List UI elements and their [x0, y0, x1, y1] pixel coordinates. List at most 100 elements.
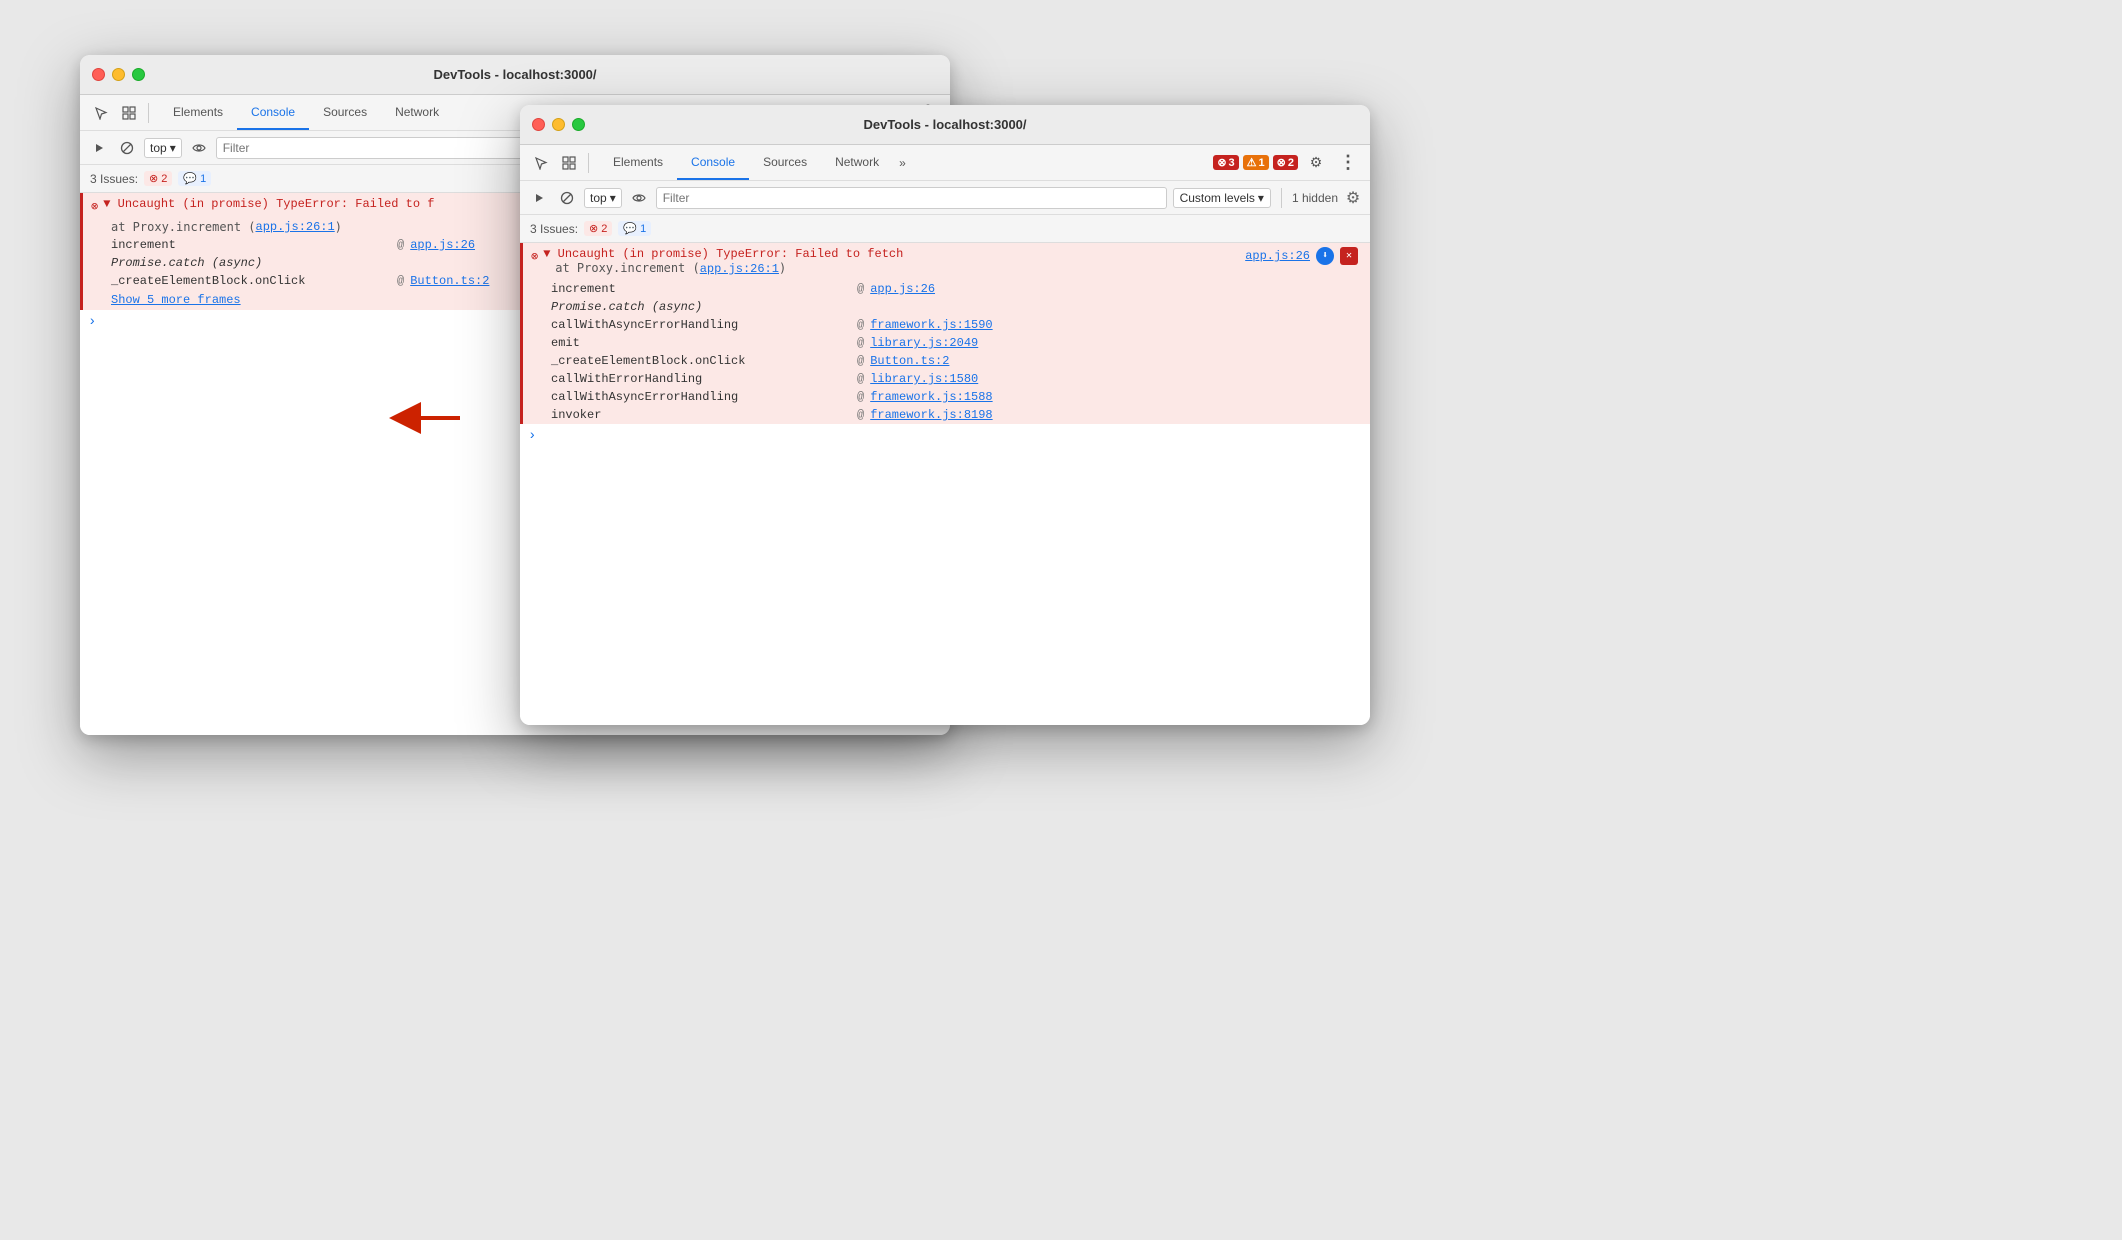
stack-func-4-front: emit: [551, 336, 851, 350]
stack-link-1-back[interactable]: app.js:26: [410, 238, 475, 252]
traffic-lights-back[interactable]: [92, 68, 145, 81]
close-icon-front[interactable]: ✕: [1340, 247, 1358, 265]
context-selector-front[interactable]: top ▾: [584, 188, 622, 208]
tab-network-front[interactable]: Network: [821, 145, 893, 180]
stack-line-6-front: callWithErrorHandling @ library.js:1580: [523, 370, 1370, 388]
stack-link-1-front[interactable]: app.js:26: [870, 282, 935, 296]
stack-link-3-front[interactable]: framework.js:1590: [870, 318, 992, 332]
issues-label-front: 3 Issues:: [530, 222, 578, 236]
error-link-back[interactable]: app.js:26:1: [256, 220, 335, 234]
fullscreen-button-front[interactable]: [572, 118, 585, 131]
tab-network-back[interactable]: Network: [381, 95, 453, 130]
tab-elements-back[interactable]: Elements: [159, 95, 237, 130]
info-issues-badge-back[interactable]: 💬 1: [178, 171, 211, 186]
eye-icon-front[interactable]: [628, 187, 650, 209]
error-link-front[interactable]: app.js:26:1: [700, 262, 779, 276]
error-main-text-front: ▼ Uncaught (in promise) TypeError: Faile…: [543, 247, 903, 261]
error-badge-front: ⊗ 3: [1213, 155, 1238, 170]
download-icon-front[interactable]: ⬇: [1316, 247, 1334, 265]
inspect-icon-front[interactable]: [556, 150, 582, 176]
stack-line-4-front: emit @ library.js:2049: [523, 334, 1370, 352]
window-title-back: DevTools - localhost:3000/: [433, 67, 596, 82]
traffic-lights-front[interactable]: [532, 118, 585, 131]
show-more-link-back[interactable]: Show 5 more frames: [111, 293, 241, 307]
stack-line-3-front: callWithAsyncErrorHandling @ framework.j…: [523, 316, 1370, 334]
stack-link-7-front[interactable]: framework.js:1588: [870, 390, 992, 404]
more-tabs-button-front[interactable]: »: [893, 156, 912, 170]
stack-func-2-back: Promise.catch (async): [111, 256, 391, 270]
play-icon-back[interactable]: [88, 137, 110, 159]
stack-link-5-front[interactable]: Button.ts:2: [870, 354, 949, 368]
error-circle-icon-front: ⊗: [531, 249, 538, 264]
stack-func-3-front: callWithAsyncErrorHandling: [551, 318, 851, 332]
stack-func-1-back: increment: [111, 238, 391, 252]
close-button-back[interactable]: [92, 68, 105, 81]
fullscreen-button-back[interactable]: [132, 68, 145, 81]
prompt-arrow-icon-front: ›: [528, 428, 536, 444]
tab-sources-back[interactable]: Sources: [309, 95, 381, 130]
divider-front: [1281, 188, 1282, 208]
chevron-down-icon-back: ▾: [170, 141, 176, 155]
toolbar-badges-front: ⊗ 3 ⚠ 1 ⊗ 2 ⚙ ⋮: [1213, 149, 1362, 177]
stack-func-7-front: callWithAsyncErrorHandling: [551, 390, 851, 404]
info-icon-sm-back: 💬: [183, 172, 197, 185]
stack-func-6-front: callWithErrorHandling: [551, 372, 851, 386]
stack-line-1-front: increment @ app.js:26: [523, 280, 1370, 298]
stack-func-5-front: _createElementBlock.onClick: [551, 354, 851, 368]
more-button-front[interactable]: ⋮: [1334, 149, 1362, 177]
prompt-line-front: ›: [520, 424, 1370, 448]
hidden-settings-icon-front[interactable]: ⚙: [1344, 189, 1362, 207]
ban-icon-back[interactable]: [116, 137, 138, 159]
stack-line-7-front: callWithAsyncErrorHandling @ framework.j…: [523, 388, 1370, 406]
tab-elements-front[interactable]: Elements: [599, 145, 677, 180]
warn-badge-front: ⚠ 1: [1243, 155, 1269, 170]
tab-bar-front: Elements Console Sources Network »: [595, 145, 916, 180]
error-issues-badge-back[interactable]: ⊗ 2: [144, 171, 172, 186]
minimize-button-back[interactable]: [112, 68, 125, 81]
context-value-front: top: [590, 191, 607, 205]
context-value-back: top: [150, 141, 167, 155]
ban-icon-front[interactable]: [556, 187, 578, 209]
error-icon-sm-front: ⊗: [589, 222, 598, 235]
stack-func-2-front: Promise.catch (async): [551, 300, 831, 314]
tab-bar-back: Elements Console Sources Network: [155, 95, 457, 130]
stack-link-4-front[interactable]: library.js:2049: [870, 336, 978, 350]
error-circle-icon-back: ⊗: [91, 199, 98, 214]
stack-link-8-front[interactable]: framework.js:8198: [870, 408, 992, 422]
error-icon-sm-back: ⊗: [149, 172, 158, 185]
stack-link-6-front[interactable]: library.js:1580: [870, 372, 978, 386]
hidden-count-label-front: 1 hidden: [1292, 191, 1338, 205]
tab-console-front[interactable]: Console: [677, 145, 749, 180]
custom-levels-button-front[interactable]: Custom levels ▾: [1173, 188, 1271, 208]
error-file-link-front[interactable]: app.js:26: [1245, 249, 1310, 263]
prompt-arrow-icon-back: ›: [88, 314, 96, 330]
minimize-button-front[interactable]: [552, 118, 565, 131]
eye-icon-back[interactable]: [188, 137, 210, 159]
context-selector-back[interactable]: top ▾: [144, 138, 182, 158]
close-button-front[interactable]: [532, 118, 545, 131]
title-bar-front: DevTools - localhost:3000/: [520, 105, 1370, 145]
cursor-icon-front[interactable]: [528, 150, 554, 176]
info-issues-badge-front[interactable]: 💬 1: [618, 221, 651, 236]
window-title-front: DevTools - localhost:3000/: [863, 117, 1026, 132]
inspect-icon-back[interactable]: [116, 100, 142, 126]
custom-levels-label-front: Custom levels: [1180, 191, 1255, 205]
issues-label-back: 3 Issues:: [90, 172, 138, 186]
error-block-front: ⊗ ▼ Uncaught (in promise) TypeError: Fai…: [520, 243, 1370, 424]
stack-line-2-front: Promise.catch (async): [523, 298, 1370, 316]
stack-link-3-back[interactable]: Button.ts:2: [410, 274, 489, 288]
stack-func-1-front: increment: [551, 282, 851, 296]
play-icon-front[interactable]: [528, 187, 550, 209]
settings-button-front[interactable]: ⚙: [1302, 149, 1330, 177]
error-main-line-front: ⊗ ▼ Uncaught (in promise) TypeError: Fai…: [523, 243, 1370, 280]
filter-input-front[interactable]: [656, 187, 1167, 209]
stack-func-8-front: invoker: [551, 408, 851, 422]
tab-console-back[interactable]: Console: [237, 95, 309, 130]
stack-line-8-front: invoker @ framework.js:8198: [523, 406, 1370, 424]
tab-sources-front[interactable]: Sources: [749, 145, 821, 180]
error-issues-badge-front[interactable]: ⊗ 2: [584, 221, 612, 236]
cursor-icon-back[interactable]: [88, 100, 114, 126]
console-toolbar-front: top ▾ Custom levels ▾ 1 hidden ⚙: [520, 181, 1370, 215]
issues-bar-front: 3 Issues: ⊗ 2 💬 1: [520, 215, 1370, 243]
toolbar-divider-back: [148, 103, 149, 123]
